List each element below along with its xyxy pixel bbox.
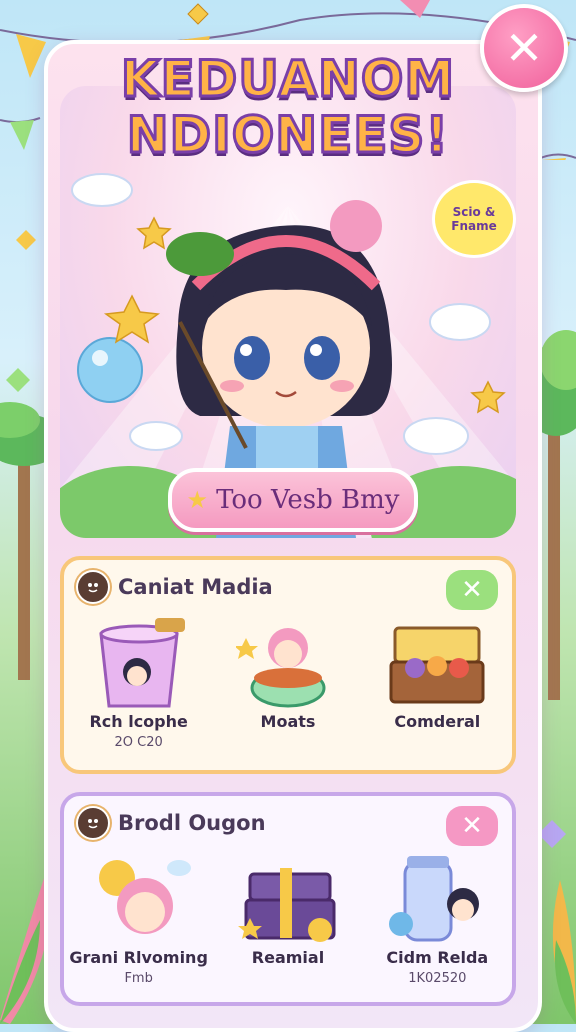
speech-bubble-line1: Scio & (452, 205, 496, 219)
item-subtext: 2O C20 (114, 735, 163, 750)
section-close-button[interactable]: ✕ (446, 570, 498, 610)
treasure-box-icon (237, 868, 336, 942)
bucket-icon (98, 618, 185, 708)
section-card-2: Brodl Ougon ✕ Grani Rlvoming Fmb Reamial (60, 792, 516, 1006)
item-name: Moats (260, 712, 316, 731)
game-title-line2: NDIONEES! (125, 105, 450, 166)
close-button[interactable]: ✕ (480, 4, 568, 92)
cookie-avatar-icon (76, 570, 110, 604)
item-card[interactable]: Rch lcophe 2O C20 (69, 618, 209, 750)
item-name: Comderal (394, 712, 481, 731)
item-subtext: 1K02520 (408, 971, 467, 986)
jar-icon (389, 856, 480, 942)
character-icon (98, 860, 191, 934)
item-list: Rch lcophe 2O C20 Moats Comderal (64, 618, 512, 750)
item-card[interactable]: Grani Rlvoming Fmb (69, 854, 209, 986)
item-card[interactable]: Cidm Relda 1K02520 (367, 854, 507, 986)
item-list: Grani Rlvoming Fmb Reamial Cidm Relda 1K… (64, 854, 512, 986)
star-icon: ★ (186, 486, 209, 514)
section-header: Caniat Madia (76, 570, 273, 604)
game-title-line1: KEDUANOM (119, 49, 456, 110)
item-name: Grani Rlvoming (69, 948, 208, 967)
pot-icon (235, 628, 326, 708)
item-card[interactable]: Comderal (367, 618, 507, 750)
chest-icon (389, 626, 485, 704)
item-name: Reamial (251, 948, 325, 967)
item-name: Rch lcophe (89, 712, 188, 731)
item-card[interactable]: Moats (218, 618, 358, 750)
item-card[interactable]: Reamial (218, 854, 358, 986)
section-title: Brodl Ougon (118, 811, 266, 835)
section-close-button[interactable]: ✕ (446, 806, 498, 846)
play-button[interactable]: ★ Too Vesb Bmy (168, 468, 418, 532)
item-subtext: Fmb (124, 971, 153, 986)
speech-bubble: Scio & Fname (432, 180, 516, 258)
section-card-1: Caniat Madia ✕ Rch lcophe 2O C20 Moats C… (60, 556, 516, 774)
section-title: Caniat Madia (118, 575, 273, 599)
item-name: Cidm Relda (386, 948, 489, 967)
play-button-label: Too Vesb Bmy (216, 485, 400, 515)
section-header: Brodl Ougon (76, 806, 266, 840)
speech-bubble-line2: Fname (451, 219, 497, 233)
cookie-avatar-icon (76, 806, 110, 840)
